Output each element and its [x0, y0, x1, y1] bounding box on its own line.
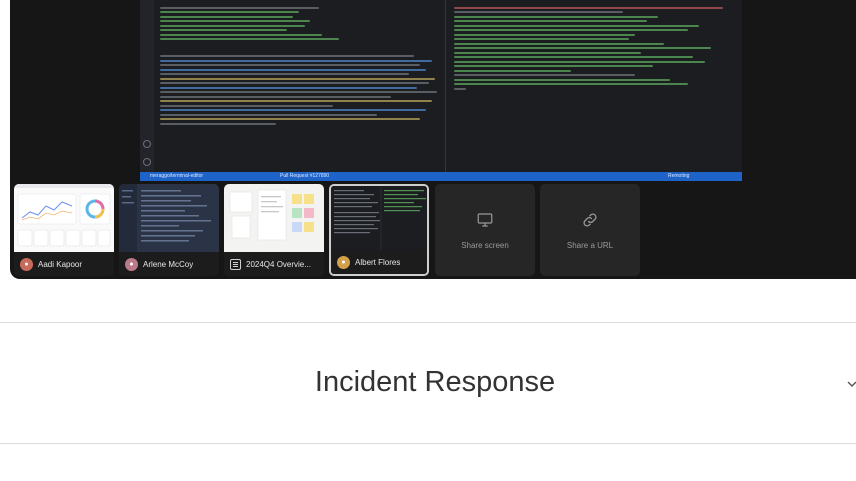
- shared-screen-view[interactable]: meraggo/terminal-editor Pull Request #12…: [140, 0, 742, 181]
- participant-tiles: ● Aadi Kapoor ● Arlene McCoy 2024Q4 Over…: [10, 184, 856, 277]
- link-icon: [583, 212, 597, 227]
- avatar: ●: [337, 255, 350, 269]
- screen-share-panel: meraggo/terminal-editor Pull Request #12…: [10, 0, 856, 279]
- participant-tile-aadi-kapoor[interactable]: ● Aadi Kapoor: [14, 184, 114, 276]
- settings-icon: [143, 140, 151, 148]
- pull-request-status: Pull Request #127890: [280, 173, 330, 179]
- participant-tile-arlene-mccoy[interactable]: ● Arlene McCoy: [119, 184, 219, 276]
- branch-name: meraggo/terminal-editor: [150, 173, 204, 179]
- whiteboard-thumbnail: [224, 184, 324, 252]
- section-title[interactable]: Incident Response: [0, 366, 856, 399]
- participant-name: Arlene McCoy: [143, 259, 194, 269]
- avatar: ●: [20, 257, 33, 271]
- code-editor-thumbnail: [119, 184, 219, 252]
- participant-name: Albert Flores: [355, 257, 401, 267]
- analytics-dashboard-thumbnail: [14, 184, 114, 252]
- monitor-icon: [477, 212, 493, 227]
- account-icon: [143, 158, 151, 166]
- section-divider-top: [0, 322, 856, 323]
- remote-status: Remoting: [668, 173, 690, 179]
- share-url-button[interactable]: Share a URL: [540, 184, 640, 276]
- document-icon: [230, 258, 241, 270]
- section-divider-bottom: [0, 443, 856, 444]
- share-url-label: Share a URL: [566, 240, 614, 250]
- chevron-down-icon[interactable]: [845, 378, 856, 390]
- participant-tile-2024q4-overview[interactable]: 2024Q4 Overvie...: [224, 184, 324, 276]
- participant-name: 2024Q4 Overvie...: [246, 259, 311, 269]
- editor-activity-bar: [140, 0, 154, 172]
- terminal-thumbnail: [331, 186, 427, 254]
- avatar: ●: [125, 257, 138, 271]
- participant-name: Aadi Kapoor: [38, 259, 83, 269]
- editor-status-bar: meraggo/terminal-editor Pull Request #12…: [140, 172, 742, 181]
- participant-tile-albert-flores[interactable]: ● Albert Flores: [329, 184, 429, 276]
- terminal-pane-right: [450, 0, 742, 172]
- share-screen-button[interactable]: Share screen: [435, 184, 535, 276]
- terminal-pane-left: [156, 0, 446, 172]
- share-screen-label: Share screen: [461, 240, 509, 250]
